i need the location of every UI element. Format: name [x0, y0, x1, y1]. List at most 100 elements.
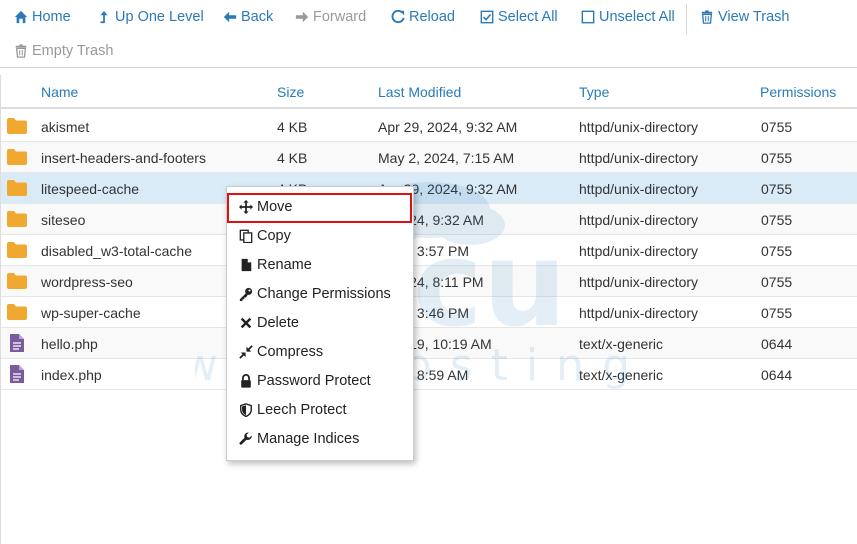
menu-item-compress[interactable]: Compress — [239, 341, 323, 363]
menu-item-leech-protect[interactable]: Leech Protect — [239, 399, 346, 421]
file-table: Name Size Last Modified Type Permissions… — [0, 75, 857, 544]
empty-trash-label: Empty Trash — [32, 43, 114, 59]
table-row[interactable]: disabled_w3-total-cache 2024, 3:57 PM http… — [1, 235, 857, 266]
menu-item-rename[interactable]: Rename — [239, 254, 312, 276]
cell-type: text/x-generic — [579, 336, 664, 352]
cell-size: 4 KB — [277, 119, 308, 135]
view-trash-label: View Trash — [718, 9, 790, 25]
cell-type: httpd/unix-directory — [579, 305, 699, 321]
forward-button[interactable]: Forward — [295, 6, 366, 28]
cell-type: httpd/unix-directory — [579, 243, 699, 259]
cell-name[interactable]: wordpress-seo — [41, 274, 133, 290]
empty-trash-button[interactable]: Empty Trash — [14, 40, 113, 62]
menu-item-password-protect[interactable]: Password Protect — [239, 370, 371, 392]
cell-name[interactable]: litespeed-cache — [41, 181, 139, 197]
menu-item-password-protect-label: Password Protect — [257, 373, 371, 389]
cell-name[interactable]: wp-super-cache — [41, 305, 141, 321]
cell-name[interactable]: insert-headers-and-footers — [41, 150, 206, 166]
home-label: Home — [32, 9, 71, 25]
arrow-left-icon — [223, 11, 237, 23]
menu-item-change-permissions-label: Change Permissions — [257, 286, 391, 302]
table-header: Name Size Last Modified Type Permissions — [1, 75, 857, 109]
cell-type: httpd/unix-directory — [579, 274, 699, 290]
cell-perms: 0755 — [761, 212, 793, 228]
trash-icon — [15, 44, 27, 58]
cell-name[interactable]: index.php — [41, 367, 102, 383]
wrench-icon — [239, 432, 252, 445]
cell-size: 4 KB — [277, 150, 308, 166]
cell-modified: May 2, 2024, 7:15 AM — [378, 150, 515, 166]
menu-item-copy[interactable]: Copy — [239, 225, 291, 247]
table-row[interactable]: siteseo 9, 2024, 9:32 AM httpd/unix-direct… — [1, 204, 857, 235]
cell-perms: 0755 — [761, 181, 793, 197]
reload-button[interactable]: Reload — [391, 6, 455, 28]
back-button[interactable]: Back — [223, 6, 273, 28]
level-up-icon — [100, 10, 108, 24]
table-row[interactable]: wp-super-cache 2024, 3:46 PM httpd/unix-di… — [1, 297, 857, 328]
table-row[interactable]: litespeed-cache4 KBApr 29, 2024, 9:32 AM… — [1, 173, 857, 204]
move-icon — [239, 200, 253, 214]
home-button[interactable]: Home — [14, 6, 71, 28]
compress-icon — [239, 345, 253, 359]
view-trash-button[interactable]: View Trash — [700, 6, 789, 28]
cell-perms: 0644 — [761, 367, 793, 383]
column-header-size[interactable]: Size — [277, 84, 304, 100]
table-row[interactable]: index.php 2014, 8:59 AM text/x-generic 0644 — [1, 359, 857, 390]
up-one-level-button[interactable]: Up One Level — [97, 6, 204, 28]
folder-icon — [7, 118, 27, 134]
file-manager-toolbar: Home Up One Level Back Forward Reload Se… — [0, 0, 857, 68]
cell-modified: Apr 29, 2024, 9:32 AM — [378, 119, 518, 135]
toolbar-divider — [686, 4, 687, 34]
cell-name[interactable]: akismet — [41, 119, 89, 135]
cell-perms: 0755 — [761, 274, 793, 290]
cell-type: httpd/unix-directory — [579, 181, 699, 197]
check-square-icon — [480, 10, 494, 24]
square-icon — [581, 10, 595, 24]
table-row[interactable]: insert-headers-and-footers 4 KB May 2, 202… — [1, 142, 857, 173]
file-icon — [241, 258, 252, 272]
menu-item-delete[interactable]: Delete — [239, 312, 299, 334]
forward-label: Forward — [313, 9, 367, 25]
menu-item-rename-label: Rename — [257, 257, 312, 273]
cell-perms: 0644 — [761, 336, 793, 352]
up-one-level-label: Up One Level — [115, 9, 204, 25]
menu-item-move[interactable]: Move — [239, 196, 292, 218]
cell-name[interactable]: hello.php — [41, 336, 98, 352]
file-icon — [10, 334, 24, 352]
shield-icon — [240, 403, 252, 417]
cell-name[interactable]: siteseo — [41, 212, 85, 228]
column-header-name[interactable]: Name — [41, 84, 78, 100]
menu-item-compress-label: Compress — [257, 344, 324, 360]
menu-item-manage-indices[interactable]: Manage Indices — [239, 428, 359, 450]
cell-perms: 0755 — [761, 119, 793, 135]
select-all-label: Select All — [498, 9, 558, 25]
home-icon — [14, 10, 28, 24]
column-header-last-modified[interactable]: Last Modified — [378, 84, 461, 100]
folder-icon — [7, 304, 27, 320]
file-icon — [10, 365, 24, 383]
menu-item-manage-indices-label: Manage Indices — [257, 431, 360, 447]
table-row[interactable]: hello.php 9, 2019, 10:19 AM text/x-generic… — [1, 328, 857, 359]
cell-perms: 0755 — [761, 150, 793, 166]
folder-icon — [7, 180, 27, 196]
cell-type: httpd/unix-directory — [579, 150, 699, 166]
unselect-all-button[interactable]: Unselect All — [581, 6, 675, 28]
select-all-button[interactable]: Select All — [480, 6, 558, 28]
column-header-type[interactable]: Type — [579, 84, 609, 100]
table-row[interactable]: akismet 4 KB Apr 29, 2024, 9:32 AM httpd/un… — [1, 111, 857, 142]
folder-icon — [7, 211, 27, 227]
menu-item-leech-protect-label: Leech Protect — [257, 402, 347, 418]
table-row[interactable]: wordpress-seo 9, 2024, 8:11 PM httpd/unix-… — [1, 266, 857, 297]
copy-icon — [239, 229, 253, 243]
context-menu: Move Copy Rename Change Permissions Dele… — [226, 186, 414, 461]
back-label: Back — [241, 9, 274, 25]
close-icon — [240, 317, 252, 329]
menu-item-change-permissions[interactable]: Change Permissions — [239, 283, 391, 305]
reload-label: Reload — [409, 9, 455, 25]
unselect-all-label: Unselect All — [599, 9, 675, 25]
cell-name[interactable]: disabled_w3-total-cache — [41, 243, 192, 259]
cell-type: text/x-generic — [579, 367, 664, 383]
lock-icon — [241, 374, 251, 388]
column-header-permissions[interactable]: Permissions — [760, 84, 836, 100]
cell-perms: 0755 — [761, 305, 793, 321]
